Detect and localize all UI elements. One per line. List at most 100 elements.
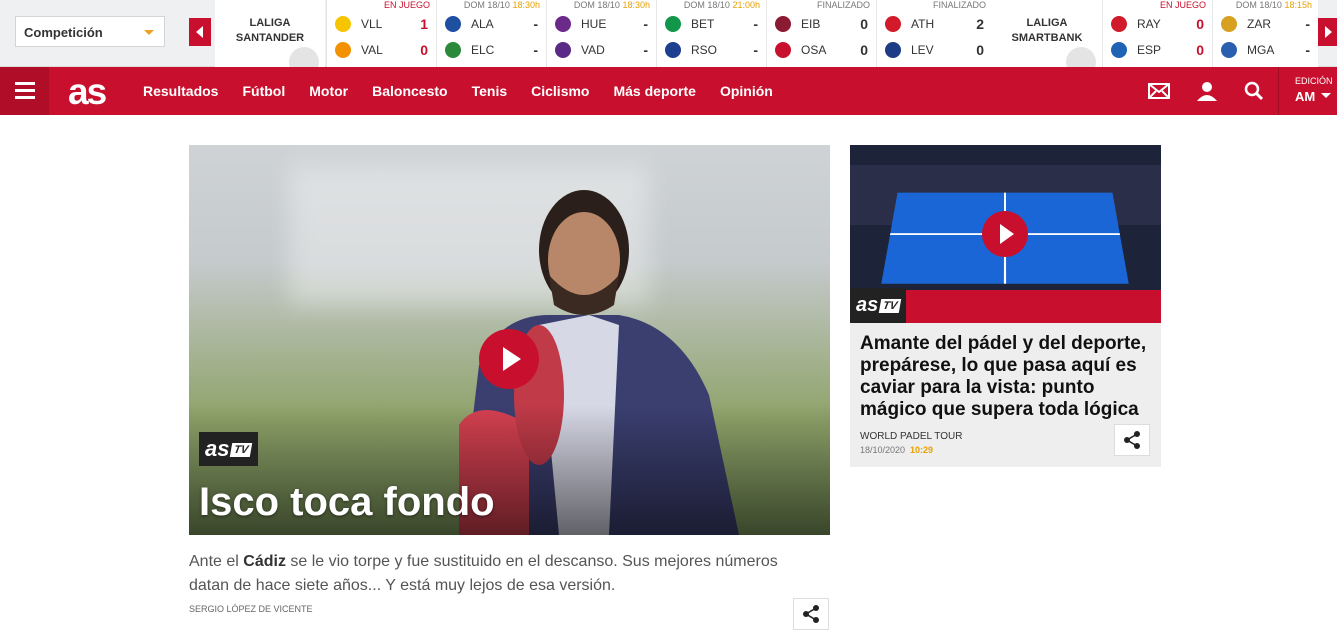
hero-title[interactable]: Isco toca fondo [199,480,495,525]
edition-value: AM [1295,89,1316,104]
nav-item-mas-deporte[interactable]: Más deporte [613,83,695,99]
share-button[interactable] [793,598,829,630]
side-article-source[interactable]: WORLD PADEL TOUR [860,431,962,442]
user-icon[interactable] [1195,79,1219,103]
home-team: HUE [581,17,607,31]
league-name-line1: LALIGA [249,17,291,29]
league-header-smartbank[interactable]: LALIGA SMARTBANK [992,0,1102,67]
side-article-card[interactable]: as TV Amante del pádel y del deporte, pre… [850,145,1161,467]
team-crest-icon [1111,42,1127,58]
match-card[interactable]: DOM 18/10 18:30h HUE - VAD - [546,0,656,67]
league-header-santander[interactable]: LALIGA SANTANDER [215,0,325,67]
away-score: 0 [420,42,428,58]
match-card[interactable]: EN JUEGO RAY 0 ESP 0 [1102,0,1212,67]
nav-item-tenis[interactable]: Tenis [472,83,508,99]
play-icon[interactable] [982,211,1028,257]
as-logo[interactable]: as [68,71,107,113]
home-score: - [643,16,648,32]
match-card[interactable]: DOM 18/10 18:15h ZAR - MGA - [1212,0,1318,67]
match-status: FINALIZADO [816,0,870,10]
away-score: - [1305,42,1310,58]
team-crest-icon [1221,16,1237,32]
chevron-down-icon [1321,93,1331,98]
nav-item-ciclismo[interactable]: Ciclismo [531,83,589,99]
team-crest-icon [445,16,461,32]
match-status: FINALIZADO [932,0,986,10]
home-score: 0 [860,16,868,32]
competition-select[interactable]: Competición [15,16,165,47]
away-team: ESP [1137,43,1162,57]
competition-label: Competición [24,25,103,40]
match-status: EN JUEGO [383,0,430,10]
chevron-down-icon [144,30,154,35]
match-card[interactable]: FINALIZADO ATH 2 LEV 0 [876,0,992,67]
home-score: - [533,16,538,32]
away-score: - [533,42,538,58]
home-team: ALA [471,17,494,31]
play-icon[interactable] [479,329,539,389]
as-tv-badge: as TV [850,288,907,323]
away-team: LEV [911,43,934,57]
away-score: 0 [976,42,984,58]
scores-next-button[interactable] [1318,18,1337,46]
share-button[interactable] [1114,424,1150,456]
away-score: - [753,42,758,58]
mail-icon[interactable] [1147,79,1171,103]
home-score: 2 [976,16,984,32]
match-status: EN JUEGO [1159,0,1206,10]
away-score: 0 [860,42,868,58]
home-score: - [1305,16,1310,32]
match-status: DOM 18/10 21:00h [683,0,760,10]
league-name-line2: SANTANDER [235,32,305,44]
ball-icon [1066,47,1096,67]
match-status: DOM 18/10 18:15h [1235,0,1312,10]
league-name-line1: LALIGA [1026,17,1068,29]
home-team: EIB [801,17,821,31]
away-team: VAL [361,43,383,57]
menu-icon[interactable] [0,67,49,115]
away-team: ELC [471,43,495,57]
away-score: 0 [1196,42,1204,58]
team-crest-icon [885,16,901,32]
ball-icon [289,47,319,67]
padel-video-thumbnail[interactable]: as TV [850,145,1161,323]
edition-label: EDICIÓN [1295,76,1333,86]
team-crest-icon [335,16,351,32]
main-nav: as Resultados Fútbol Motor Baloncesto Te… [0,67,1337,115]
league-name-line2: SMARTBANK [1011,32,1083,44]
team-crest-icon [665,16,681,32]
search-icon[interactable] [1242,79,1266,103]
scores-prev-button[interactable] [189,18,211,46]
nav-item-opinion[interactable]: Opinión [720,83,773,99]
nav-item-motor[interactable]: Motor [309,83,348,99]
match-card[interactable]: FINALIZADO EIB 0 OSA 0 [766,0,876,67]
hero-video[interactable]: as TV Isco toca fondo [189,145,830,535]
home-team: VLL [361,17,383,31]
home-team: BET [691,17,715,31]
away-team: VAD [581,43,605,57]
nav-item-baloncesto[interactable]: Baloncesto [372,83,447,99]
team-crest-icon [555,16,571,32]
away-team: RSO [691,43,718,57]
away-team: OSA [801,43,827,57]
match-card[interactable]: EN JUEGO VLL 1 VAL 0 [326,0,436,67]
team-crest-icon [335,42,351,58]
as-tv-badge: as TV [199,432,258,466]
share-icon [803,605,819,623]
team-crest-icon [885,42,901,58]
side-article-title[interactable]: Amante del pádel y del deporte, prepáres… [860,333,1155,421]
match-card[interactable]: DOM 18/10 21:00h BET - RSO - [656,0,766,67]
match-card[interactable]: DOM 18/10 18:30h ALA - ELC - [436,0,546,67]
team-crest-icon [445,42,461,58]
nav-item-resultados[interactable]: Resultados [143,83,218,99]
match-status: DOM 18/10 18:30h [463,0,540,10]
summary-link-cadiz[interactable]: Cádiz [243,553,286,570]
side-article-date: 18/10/2020 10:29 [860,445,934,455]
home-team: RAY [1137,17,1161,31]
match-status: DOM 18/10 18:30h [573,0,650,10]
team-crest-icon [1221,42,1237,58]
edition-select[interactable]: EDICIÓN AM [1278,67,1337,115]
nav-menu: Resultados Fútbol Motor Baloncesto Tenis… [143,67,797,115]
nav-item-futbol[interactable]: Fútbol [242,83,285,99]
home-score: - [753,16,758,32]
